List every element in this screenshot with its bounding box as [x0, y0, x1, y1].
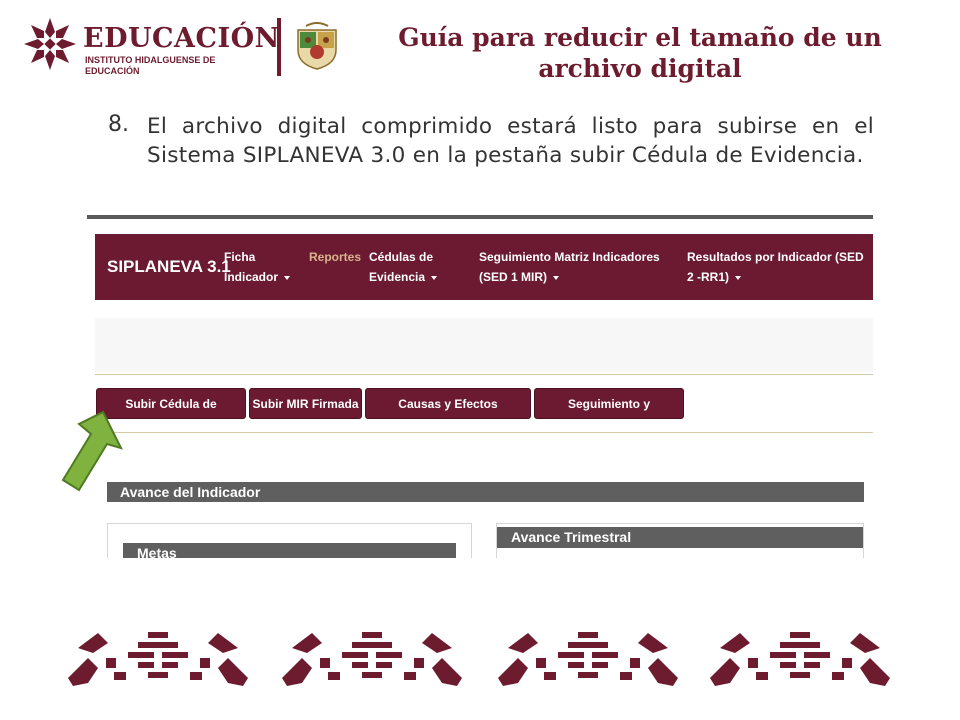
logo-divider: [277, 18, 281, 76]
logo-subtitle-line2: EDUCACIÓN: [85, 66, 140, 76]
nav-cedulas-evidencia[interactable]: Cédulas de Evidencia: [369, 247, 438, 287]
step-text: El archivo digital comprimido estará lis…: [147, 114, 874, 168]
tab-seguimiento-evaluacion[interactable]: Seguimiento y Evaluación: [534, 388, 684, 442]
nav-ficha-line1: Ficha: [224, 250, 256, 264]
nav-resultados-indicador[interactable]: Resultados por Indicador (SED 2 -RR1): [687, 247, 864, 287]
nav-resultados-line2: 2 -RR1): [687, 270, 730, 284]
screenshot-divider: [87, 215, 873, 219]
divider-line: [95, 432, 873, 433]
state-shield-icon: [297, 22, 337, 70]
caret-down-icon: [284, 275, 291, 280]
nav-reportes-label: Reportes: [309, 250, 362, 264]
divider-line: [95, 374, 873, 375]
app-brand[interactable]: SIPLANEVA 3.1: [107, 257, 231, 277]
nav-resultados-line1: Resultados por Indicador (SED: [687, 250, 864, 264]
section-title-avance: Avance del Indicador: [120, 484, 261, 500]
slide-title: Guía para reducir el tamaño de un archiv…: [390, 22, 890, 84]
embroidery-ornament-icon: [68, 632, 248, 686]
nav-cedulas-line1: Cédulas de: [369, 250, 434, 264]
nav-ficha-line2: Indicador: [224, 270, 279, 284]
nav-seguimiento-mir[interactable]: Seguimiento Matriz Indicadores (SED 1 MI…: [479, 247, 660, 287]
nav-ficha-indicador[interactable]: Ficha Indicador: [224, 247, 291, 287]
filter-panel: [95, 318, 873, 372]
embroidery-ornament-icon: [498, 632, 678, 686]
nav-reportes[interactable]: Reportes: [309, 247, 361, 267]
embroidery-ornament-icon: [282, 632, 462, 686]
logo-star-icon: [24, 18, 76, 70]
slide-title-line2: archivo digital: [538, 54, 742, 83]
slide-title-line1: Guía para reducir el tamaño de un: [398, 23, 882, 52]
caret-down-icon: [735, 275, 742, 280]
tab-causas-efectos[interactable]: Causas y Efectos reportados: [365, 388, 531, 442]
caret-down-icon: [431, 275, 438, 280]
step-number: 8.: [108, 112, 129, 137]
logo-wordmark: EDUCACIÓN: [83, 23, 280, 54]
caret-down-icon: [553, 275, 560, 280]
logo-subtitle-line1: INSTITUTO HIDALGUENSE DE: [85, 55, 216, 65]
screenshot-crop-edge: [95, 558, 875, 618]
nav-seguimiento-line1: Seguimiento Matriz Indicadores: [479, 250, 660, 264]
embroidery-ornament-icon: [710, 632, 890, 686]
nav-seguimiento-line2: (SED 1 MIR): [479, 270, 548, 284]
tab-subir-mir-firmada[interactable]: Subir MIR Firmada: [249, 388, 362, 419]
app-navbar: SIPLANEVA 3.1 Ficha Indicador Reportes C…: [95, 234, 873, 300]
nav-cedulas-line2: Evidencia: [369, 270, 426, 284]
logo-subtitle: INSTITUTO HIDALGUENSE DE EDUCACIÓN: [85, 55, 265, 77]
section-title-trimestral: Avance Trimestral: [511, 529, 632, 545]
